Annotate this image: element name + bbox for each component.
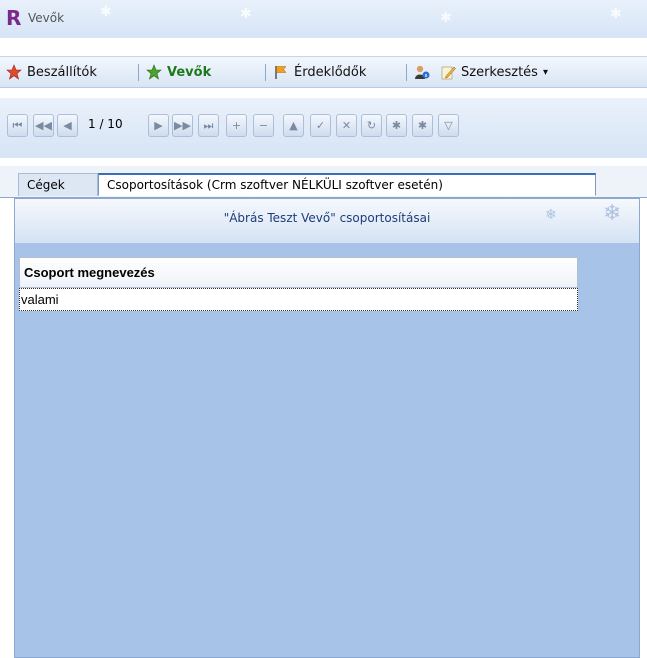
snowflake-icon: ❄ [603, 201, 622, 226]
menu-item-label: Vevők [167, 64, 212, 80]
mark-icon: ✱ [417, 119, 428, 132]
user-info-icon [415, 65, 430, 79]
star-green-icon [146, 64, 162, 80]
snowflake-icon: ✱ [440, 10, 452, 26]
menu-item-label: Beszállítók [27, 64, 97, 80]
nav-prev-button[interactable]: ◀ [57, 114, 78, 137]
next-page-icon: ▶▶ [174, 119, 191, 132]
group-panel: "Ábrás Teszt Vevő" csoportosításai ❄ ❄ C… [14, 198, 640, 658]
nav-asterisk-button[interactable]: ✱ [386, 114, 407, 137]
navigator-toolbar: ⏮ ◀◀ ◀ 1 / 10 ▶ ▶▶ ⏭ + − ▲ ✓ ✕ ↻ ✱ ✱ ▽ [0, 98, 647, 158]
menu-item-szerkesztes[interactable]: Szerkesztés ▾ [440, 63, 548, 81]
nav-post-button[interactable]: ✓ [310, 114, 331, 137]
tab-csoportositasok[interactable]: Csoportosítások (Crm szoftver NÉLKÜLI sz… [98, 173, 596, 196]
chevron-down-icon: ▾ [542, 66, 548, 78]
menu-separator [406, 64, 407, 81]
nav-edit-button[interactable]: ▲ [283, 114, 304, 137]
snowflake-icon: ✱ [610, 6, 622, 22]
up-icon: ▲ [289, 119, 298, 132]
tab-cegek[interactable]: Cégek [18, 173, 98, 196]
prev-page-icon: ◀◀ [35, 119, 52, 132]
nav-delete-button[interactable]: − [253, 114, 274, 137]
nav-cancel-button[interactable]: ✕ [336, 114, 357, 137]
nav-next-page-button[interactable]: ▶▶ [172, 114, 193, 137]
menu-separator [138, 64, 139, 81]
title-bar: ✱ ✱ ✱ ✱ R Vevők [0, 0, 647, 38]
menu-item-user-info[interactable] [414, 63, 430, 81]
group-grid: Csoport megnevezés valami [19, 257, 578, 311]
column-header-label: Csoport megnevezés [24, 265, 155, 280]
check-icon: ✓ [315, 119, 326, 132]
last-record-icon: ⏭ [203, 118, 214, 132]
filter-icon: ▽ [444, 119, 453, 132]
edit-icon [441, 66, 456, 80]
tab-label: Csoportosítások (Crm szoftver NÉLKÜLI sz… [107, 178, 443, 192]
main-window: ✱ ✱ ✱ ✱ R Vevők Beszállítók Vevők Érdekl… [0, 0, 647, 658]
cancel-icon: ✕ [341, 119, 352, 132]
nav-first-button[interactable]: ⏮ [7, 114, 28, 137]
first-record-icon: ⏮ [12, 118, 23, 132]
snowflake-icon: ✱ [100, 4, 112, 20]
plus-icon: + [231, 119, 242, 132]
nav-refresh-button[interactable]: ↻ [361, 114, 382, 137]
menu-item-vevok[interactable]: Vevők [146, 63, 211, 81]
snowflake-icon: ❄ [545, 207, 557, 223]
app-logo: R [6, 6, 22, 30]
window-title: Vevők [28, 11, 65, 25]
nav-add-button[interactable]: + [226, 114, 247, 137]
tab-label: Cégek [27, 178, 65, 192]
nav-last-button[interactable]: ⏭ [198, 114, 219, 137]
menu-bar: Beszállítók Vevők Érdeklődők Szerkesztés… [0, 56, 647, 88]
panel-caption: "Ábrás Teszt Vevő" csoportosításai ❄ ❄ [15, 199, 639, 243]
menu-item-label: Szerkesztés [461, 64, 538, 80]
minus-icon: − [258, 119, 269, 132]
prev-record-icon: ◀ [63, 119, 72, 132]
next-record-icon: ▶ [154, 119, 163, 132]
nav-filter-button[interactable]: ▽ [438, 114, 459, 137]
refresh-icon: ↻ [366, 119, 377, 132]
column-header-csoport[interactable]: Csoport megnevezés [19, 257, 578, 288]
star-red-icon [6, 64, 22, 80]
record-counter: 1 / 10 [88, 117, 123, 131]
table-row[interactable]: valami [19, 288, 578, 311]
menu-item-label: Érdeklődők [294, 64, 367, 80]
nav-prev-page-button[interactable]: ◀◀ [33, 114, 54, 137]
menu-separator [265, 64, 266, 81]
tab-strip: Cégek Csoportosítások (Crm szoftver NÉLK… [0, 166, 647, 198]
table-cell: valami [21, 292, 59, 307]
snowflake-icon: ✱ [240, 6, 252, 22]
nav-mark-button[interactable]: ✱ [412, 114, 433, 137]
asterisk-icon: ✱ [391, 119, 402, 132]
flag-icon [275, 66, 287, 79]
menu-item-beszallitok[interactable]: Beszállítók [6, 63, 97, 81]
nav-next-button[interactable]: ▶ [148, 114, 169, 137]
menu-item-erdeklodok[interactable]: Érdeklődők [273, 63, 366, 81]
